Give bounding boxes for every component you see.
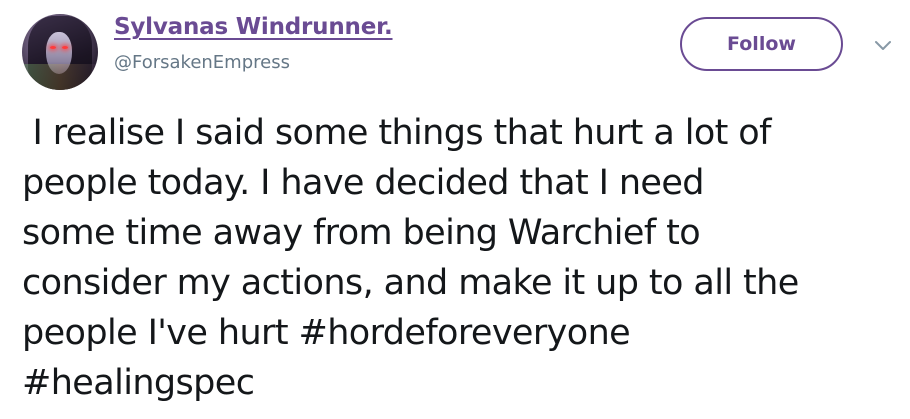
chevron-down-icon[interactable] (873, 38, 893, 52)
tweet-line: I realise I said some things that hurt a… (22, 113, 772, 153)
avatar-eye-left (50, 46, 56, 49)
hashtag-link[interactable]: #hordeforeveryone (298, 313, 630, 353)
tweet-line: people I've hurt (22, 313, 299, 353)
display-name[interactable]: Sylvanas Windrunner. (114, 14, 393, 40)
tweet-line: some time away from being Warchief to (22, 213, 701, 253)
follow-button[interactable]: Follow (680, 17, 843, 71)
tweet-card: Sylvanas Windrunner. @ForsakenEmpress Fo… (0, 0, 910, 419)
user-handle[interactable]: @ForsakenEmpress (114, 52, 290, 73)
avatar-eye-right (62, 46, 68, 49)
avatar[interactable] (22, 14, 98, 90)
avatar-glow (22, 64, 98, 90)
tweet-line: consider my actions, and make it up to a… (22, 263, 799, 303)
tweet-text: I realise I said some things that hurt a… (22, 108, 900, 408)
tweet-line: people today. I have decided that I need (22, 163, 705, 203)
hashtag-link[interactable]: #healingspec (22, 363, 255, 403)
